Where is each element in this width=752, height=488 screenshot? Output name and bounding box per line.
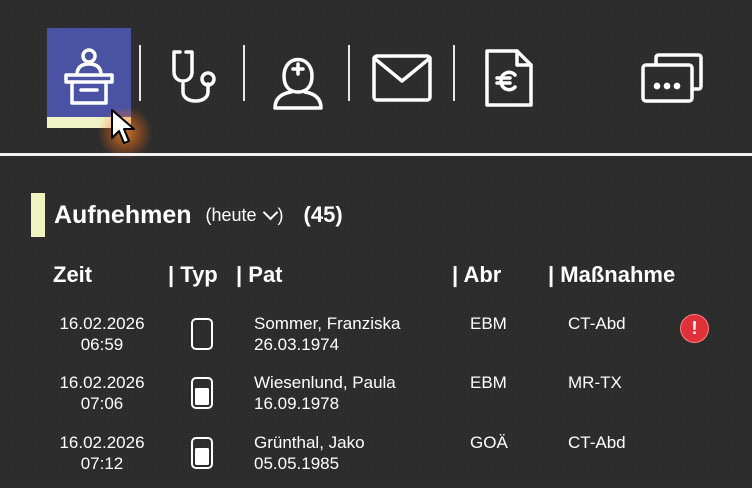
row-time: 07:06: [80, 394, 124, 413]
date-filter-dropdown[interactable]: (heute ): [206, 205, 284, 226]
phone-filled-icon: [191, 437, 213, 469]
mail-button[interactable]: [362, 28, 442, 128]
row-patient: Sommer, Franziska 26.03.1974: [254, 313, 400, 355]
row-date: 16.02.2026: [59, 373, 145, 392]
toolbar-separator: [139, 45, 141, 101]
row-date: 16.02.2026: [59, 433, 145, 452]
section-accent-bar: [31, 193, 45, 237]
column-header-massnahme[interactable]: | Maßnahme: [548, 262, 675, 288]
row-abrechnung: GOÄ: [470, 433, 508, 452]
row-patient: Wiesenlund, Paula 16.09.1978: [254, 372, 396, 414]
patient-dob: 05.05.1985: [254, 454, 340, 473]
row-abrechnung: EBM: [470, 373, 507, 392]
patient-dob: 16.09.1978: [254, 394, 340, 413]
section-title: Aufnehmen: [54, 200, 192, 229]
column-header-pat[interactable]: | Pat: [236, 262, 283, 288]
mouse-pointer-icon: [111, 109, 135, 144]
more-windows-button[interactable]: [634, 28, 710, 128]
row-datetime: 16.02.2026 06:59: [44, 313, 160, 355]
phone-filled-icon: [191, 377, 213, 409]
row-type: [190, 436, 214, 475]
invoice-button[interactable]: [470, 28, 548, 128]
date-filter-label: (heute: [205, 204, 257, 225]
row-time: 06:59: [80, 335, 124, 354]
toolbar-divider: [0, 153, 752, 156]
column-header-abr[interactable]: | Abr: [452, 262, 501, 288]
section-header: Aufnehmen (heute ) (45): [31, 193, 343, 237]
chevron-down-icon: [262, 204, 278, 221]
phone-empty-icon: [191, 318, 213, 350]
row-time: 07:12: [80, 454, 124, 473]
warning-badge[interactable]: !: [681, 315, 708, 342]
row-datetime: 16.02.2026 07:12: [44, 432, 160, 474]
row-massnahme: CT-Abd: [568, 433, 626, 452]
stethoscope-icon: [172, 50, 216, 103]
mail-icon: [372, 54, 432, 102]
toolbar-separator: [453, 45, 455, 101]
patient-name: Wiesenlund, Paula: [254, 373, 396, 392]
row-type: [190, 317, 214, 356]
row-date: 16.02.2026: [59, 314, 145, 333]
row-type: [190, 376, 214, 415]
row-massnahme: CT-Abd: [568, 314, 626, 333]
reception-desk-icon: [64, 48, 114, 105]
more-windows-icon: [641, 53, 703, 103]
doctor-icon: [273, 57, 323, 110]
table-row[interactable]: 16.02.2026 06:59 Sommer, Franziska 26.03…: [0, 313, 752, 369]
patient-dob: 26.03.1974: [254, 335, 340, 354]
main-toolbar: [0, 0, 752, 158]
table-row[interactable]: 16.02.2026 07:06 Wiesenlund, Paula 16.09…: [0, 372, 752, 428]
patient-name: Grünthal, Jako: [254, 433, 365, 452]
doctor-button[interactable]: [258, 28, 338, 128]
stethoscope-button[interactable]: [156, 28, 236, 128]
column-header-zeit[interactable]: Zeit: [53, 262, 92, 288]
row-massnahme: MR-TX: [568, 373, 622, 392]
row-datetime: 16.02.2026 07:06: [44, 372, 160, 414]
patient-name: Sommer, Franziska: [254, 314, 401, 333]
entry-count: (45): [303, 202, 343, 227]
column-header-typ[interactable]: | Typ: [168, 262, 218, 288]
toolbar-separator: [243, 45, 245, 101]
toolbar-separator: [348, 45, 350, 101]
row-abrechnung: EBM: [470, 314, 507, 333]
invoice-euro-icon: [485, 49, 533, 107]
row-patient: Grünthal, Jako 05.05.1985: [254, 432, 365, 474]
date-filter-close: ): [277, 204, 284, 225]
